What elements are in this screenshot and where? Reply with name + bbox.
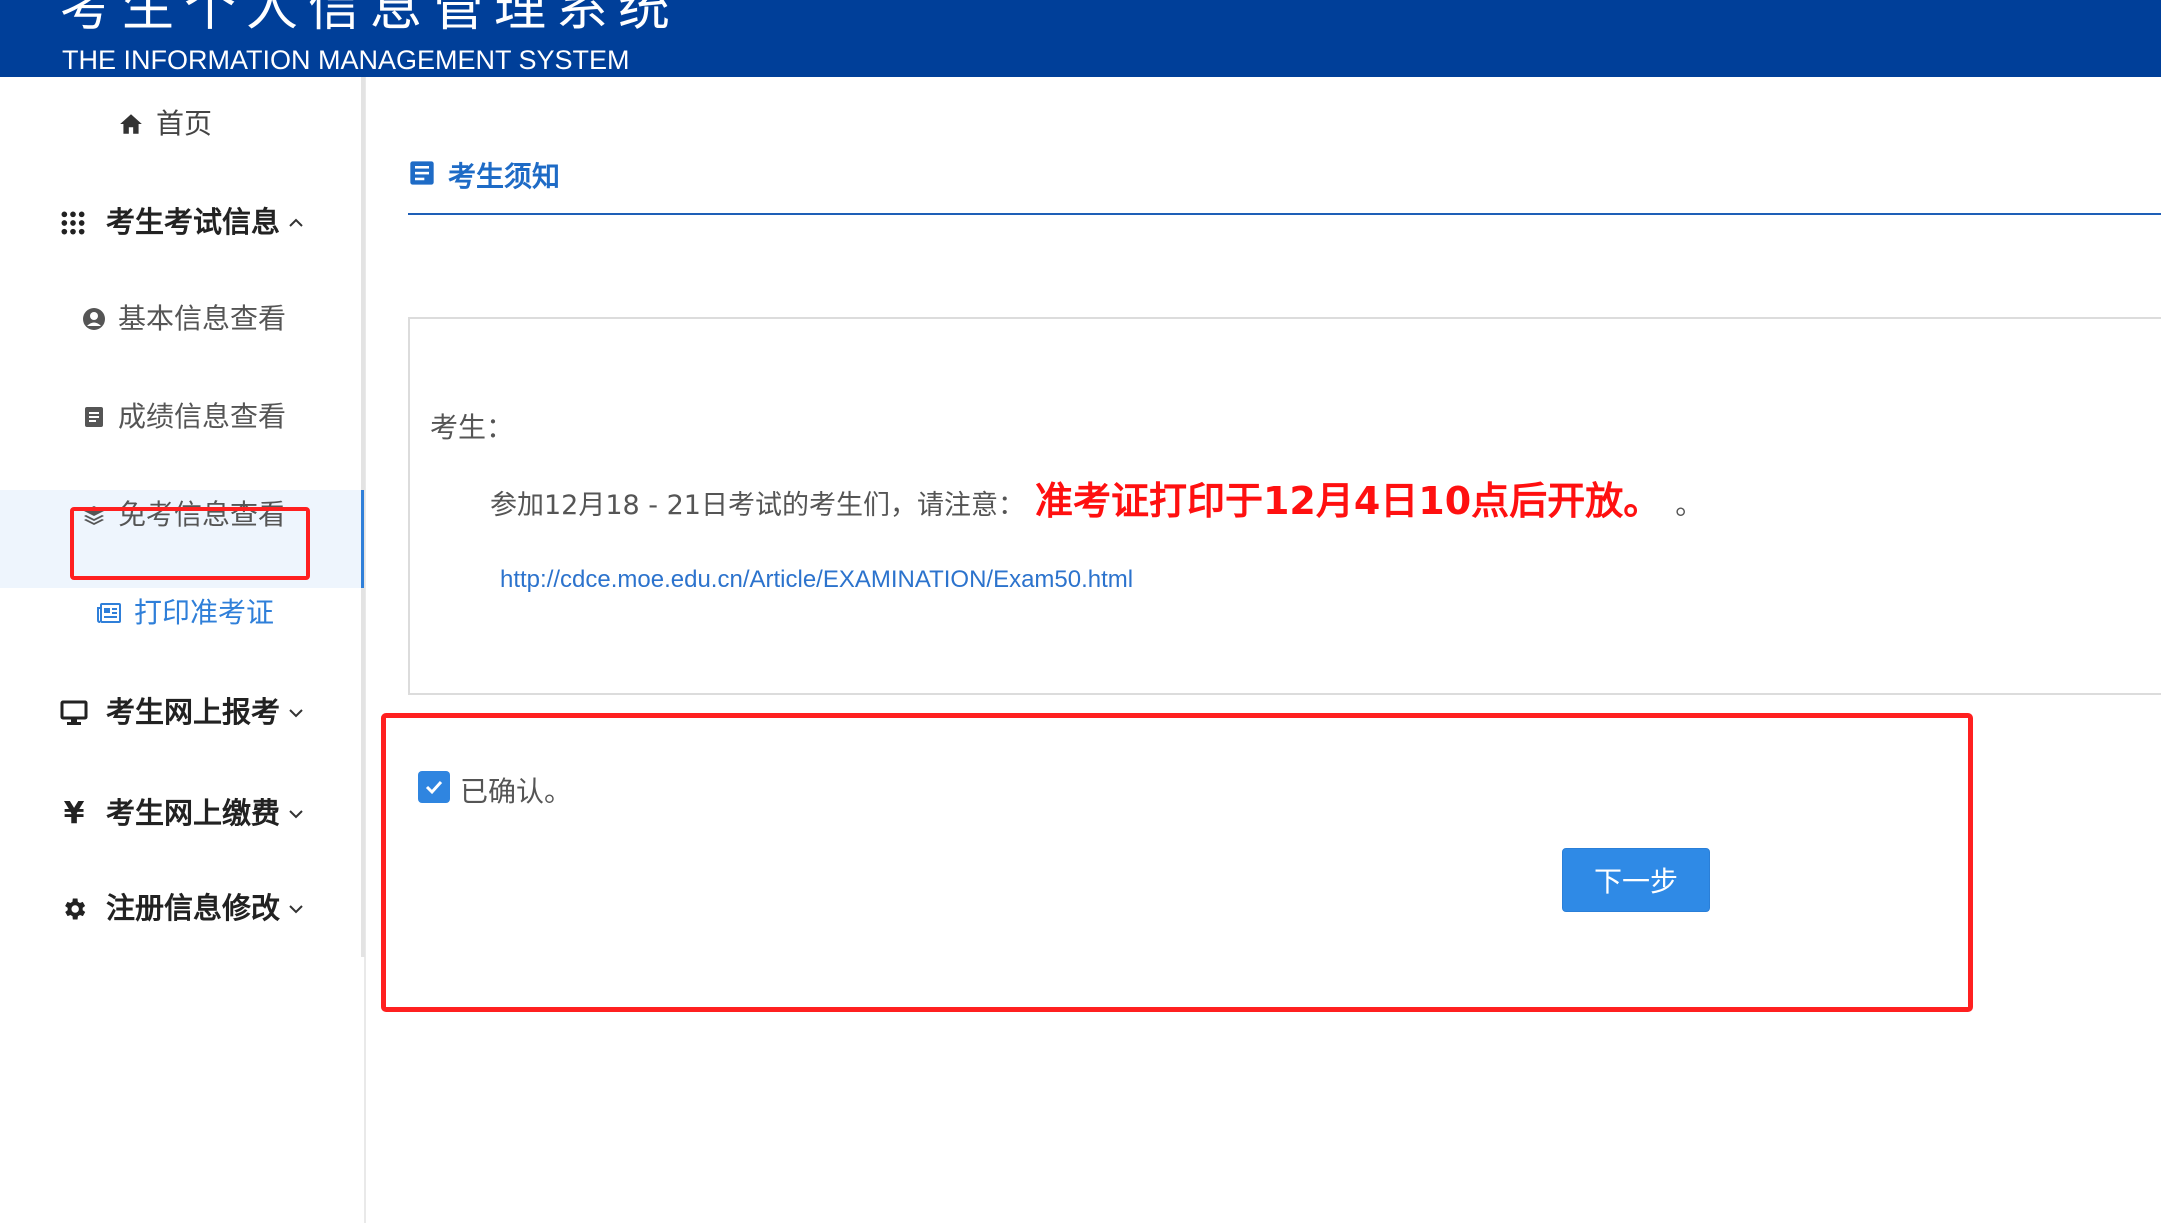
sidebar-group-online-register[interactable]: 考生网上报考 — [60, 698, 306, 727]
newspaper-icon — [96, 601, 122, 625]
yen-icon: ¥ — [63, 796, 85, 831]
notice-message-highlight: 准考证打印于12月4日10点后开放。 — [1034, 479, 1662, 523]
sidebar-item-label: 成绩信息查看 — [118, 400, 287, 433]
sidebar-group-register-edit[interactable]: 注册信息修改 — [60, 894, 306, 923]
sidebar — [0, 77, 366, 1223]
section-title: 考生须知 — [408, 155, 560, 195]
sidebar-group-label: 注册信息修改 — [106, 891, 281, 925]
notice-message-suffix: 。 — [1675, 488, 1704, 521]
sidebar-group-exam-info[interactable]: 考生考试信息 — [60, 208, 306, 237]
section-divider — [408, 213, 2161, 215]
app-title-cn: 考生个人信息管理系统 — [60, 0, 681, 38]
checkmark-icon — [425, 780, 443, 795]
chevron-down-icon — [286, 804, 306, 824]
confirm-checkbox[interactable] — [418, 771, 450, 803]
section-title-text: 考生须知 — [448, 160, 561, 193]
sidebar-item-basic-info[interactable]: 基本信息查看 — [82, 305, 286, 333]
sidebar-group-online-payment[interactable]: ¥ 考生网上缴费 — [60, 796, 306, 831]
notice-message: 参加12月18 - 21日考试的考生们，请注意： 准考证打印于12月4日10点后… — [490, 470, 1703, 525]
sidebar-group-label: 考生网上报考 — [106, 695, 281, 729]
confirm-label[interactable]: 已确认。 — [460, 770, 572, 810]
sidebar-item-print-admission[interactable]: 打印准考证 — [96, 599, 274, 627]
sidebar-item-home[interactable]: 首页 — [118, 110, 212, 138]
gear-icon — [60, 895, 88, 923]
sidebar-item-label: 基本信息查看 — [118, 302, 287, 335]
document-icon — [408, 159, 436, 191]
user-circle-icon — [82, 307, 106, 331]
home-icon — [118, 111, 144, 137]
sidebar-item-score-info[interactable]: 成绩信息查看 — [82, 403, 286, 431]
chevron-up-icon — [286, 213, 306, 233]
app-header: 考生个人信息管理系统 THE INFORMATION MANAGEMENT SY… — [0, 0, 2161, 77]
document-icon — [82, 405, 106, 429]
page: 考生个人信息管理系统 THE INFORMATION MANAGEMENT SY… — [0, 0, 2161, 1223]
sidebar-item-label: 打印准考证 — [134, 596, 275, 629]
monitor-icon — [60, 700, 88, 726]
sidebar-group-label: 考生网上缴费 — [106, 796, 281, 830]
grid-dots-icon — [60, 210, 86, 236]
chevron-down-icon — [286, 899, 306, 919]
sidebar-item-label: 首页 — [156, 107, 213, 140]
annotation-highlight-print — [70, 507, 310, 580]
notice-message-prefix: 参加12月18 - 21日考试的考生们，请注意： — [490, 490, 1025, 521]
next-button[interactable]: 下一步 — [1562, 848, 1710, 912]
sidebar-group-label: 考生考试信息 — [106, 205, 281, 239]
notice-greeting: 考生： — [430, 411, 515, 444]
chevron-down-icon — [286, 703, 306, 723]
notice-link[interactable]: http://cdce.moe.edu.cn/Article/EXAMINATI… — [500, 566, 1133, 594]
app-title-en: THE INFORMATION MANAGEMENT SYSTEM — [62, 45, 630, 75]
annotation-highlight-confirm — [381, 713, 1973, 1012]
